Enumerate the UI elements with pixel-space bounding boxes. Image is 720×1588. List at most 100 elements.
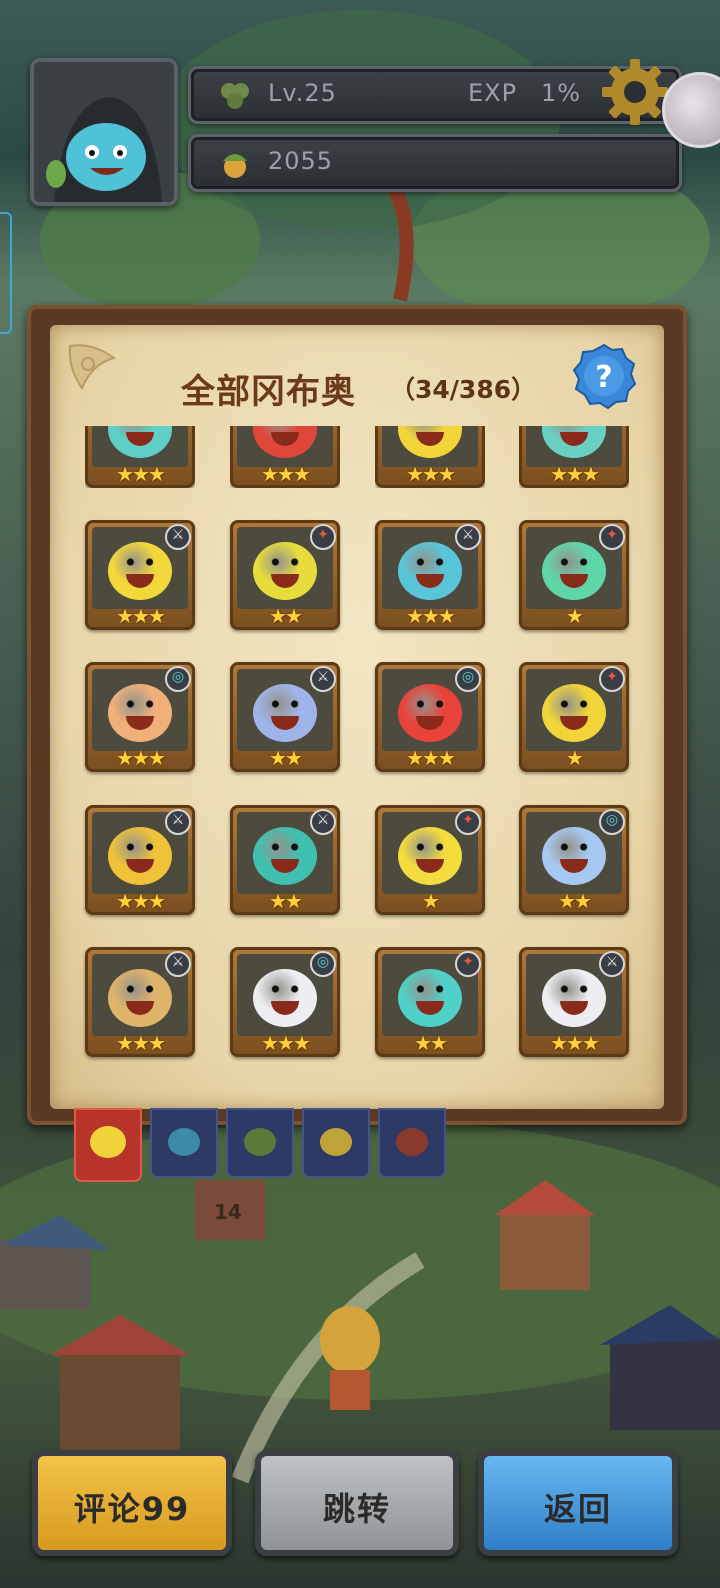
sword-badge-icon: ⚔: [165, 524, 191, 550]
help-question-icon[interactable]: ?: [570, 342, 638, 410]
tab-all-icon: [90, 1126, 126, 1158]
hero-card[interactable]: ◎ ★★: [519, 805, 629, 915]
comment-button[interactable]: 评论99: [32, 1450, 232, 1556]
hero-monster-icon: [398, 969, 462, 1027]
hero-star-rating: ★★: [414, 1031, 448, 1055]
hero-eyes: [414, 985, 446, 993]
hero-star-rating: ★★★: [116, 746, 166, 770]
hero-star-rating: ★: [566, 746, 584, 770]
hero-star-rating: ★: [422, 889, 440, 913]
coin-bar: 2055: [188, 134, 682, 192]
hero-eyes: [558, 843, 590, 851]
hero-face: [126, 432, 154, 446]
sword-badge-icon: ⚔: [165, 809, 191, 835]
hero-eyes: [124, 985, 156, 993]
hero-star-rating: ★★★: [550, 1031, 600, 1055]
side-drawer-handle[interactable]: [0, 212, 12, 334]
spiral-badge-icon: ◎: [455, 666, 481, 692]
hero-card[interactable]: ⚔ ★★★: [85, 520, 195, 630]
hero-eyes: [269, 843, 301, 851]
hero-card[interactable]: ⚔ ★★★: [85, 947, 195, 1057]
hero-card[interactable]: ⚔ ★★: [230, 805, 340, 915]
hero-face: [416, 574, 444, 588]
hero-card[interactable]: ✦ ★: [519, 520, 629, 630]
compass-badge-icon: ✦: [599, 666, 625, 692]
hero-face: [271, 859, 299, 873]
hero-eyes: [124, 558, 156, 566]
hero-monster-icon: [398, 827, 462, 885]
sword-badge-icon: ⚔: [599, 951, 625, 977]
hero-star-rating: ★★★: [550, 462, 600, 486]
hero-monster-icon: [108, 827, 172, 885]
avatar-character-icon: [34, 62, 174, 202]
sword-badge-icon: ⚔: [310, 809, 336, 835]
hero-face: [271, 432, 299, 446]
hero-face: [560, 859, 588, 873]
hero-face: [126, 574, 154, 588]
hero-monster-icon: [398, 684, 462, 742]
sword-badge-icon: ⚔: [310, 666, 336, 692]
player-avatar[interactable]: [30, 58, 178, 206]
hero-star-rating: ★★★: [116, 1031, 166, 1055]
hero-card[interactable]: ⚔ ★★★: [519, 947, 629, 1057]
hero-monster-icon: [108, 542, 172, 600]
tab-yellow-hero-icon: [320, 1128, 352, 1156]
hero-card[interactable]: ⚔ ★★: [230, 662, 340, 772]
spiral-badge-icon: ◎: [165, 666, 191, 692]
hero-card[interactable]: ⚔ ★★★: [375, 520, 485, 630]
hero-monster-icon: [253, 827, 317, 885]
hero-face: [126, 1001, 154, 1015]
hero-monster-icon: [253, 542, 317, 600]
hero-eyes: [558, 558, 590, 566]
tab-category-2[interactable]: [150, 1108, 218, 1178]
hero-face: [271, 574, 299, 588]
tab-category-4[interactable]: [302, 1108, 370, 1178]
comment-button-label: 评论99: [73, 1490, 191, 1528]
collection-count: （34/386）: [390, 375, 537, 404]
hero-star-rating: ★★★: [406, 604, 456, 628]
hero-card[interactable]: ⚔ ★★★: [85, 805, 195, 915]
hero-face: [416, 432, 444, 446]
hero-monster-icon: [542, 827, 606, 885]
hero-eyes: [124, 843, 156, 851]
tab-category-5[interactable]: [378, 1108, 446, 1178]
hero-eyes: [414, 558, 446, 566]
corner-ornament-icon: [68, 344, 117, 391]
exp-value: 1%: [541, 79, 582, 107]
hero-face: [126, 716, 154, 730]
tab-category-3[interactable]: [226, 1108, 294, 1178]
spiral-badge-icon: ◎: [310, 951, 336, 977]
hero-face: [560, 574, 588, 588]
hero-card[interactable]: ✦ ★★: [375, 947, 485, 1057]
hero-face: [271, 1001, 299, 1015]
compass-badge-icon: ✦: [455, 951, 481, 977]
hero-card[interactable]: ✦ ★: [375, 805, 485, 915]
level-label: Lv.25: [268, 79, 337, 107]
hero-card[interactable]: ◎ ★★★: [85, 662, 195, 772]
hero-card[interactable]: ✦ ★★: [230, 520, 340, 630]
sword-badge-icon: ⚔: [455, 524, 481, 550]
compass-badge-icon: ✦: [310, 524, 336, 550]
hero-monster-icon: [108, 684, 172, 742]
hero-face: [560, 716, 588, 730]
hero-monster-icon: [108, 969, 172, 1027]
exp-label: EXP: [468, 79, 518, 107]
hero-monster-icon: [542, 684, 606, 742]
hero-card[interactable]: ✦ ★: [519, 662, 629, 772]
hero-eyes: [269, 700, 301, 708]
hero-eyes: [414, 700, 446, 708]
hero-monster-icon: [253, 969, 317, 1027]
map-sign-number: 14: [214, 1200, 242, 1224]
tab-all-heroes[interactable]: [74, 1108, 142, 1182]
settings-gear-icon[interactable]: [600, 57, 670, 127]
jump-button[interactable]: 跳转: [255, 1450, 459, 1556]
coin-acorn-icon: [223, 154, 247, 178]
jump-button-label: 跳转: [322, 1490, 391, 1528]
hero-card[interactable]: ◎ ★★★: [230, 947, 340, 1057]
back-button[interactable]: 返回: [478, 1450, 678, 1556]
hero-card[interactable]: ◎ ★★★: [375, 662, 485, 772]
level-clover-icon: [221, 83, 249, 109]
panel-title: 全部冈布奥: [181, 372, 356, 412]
hero-monster-icon: [542, 969, 606, 1027]
hero-star-rating: ★★★: [261, 1031, 311, 1055]
